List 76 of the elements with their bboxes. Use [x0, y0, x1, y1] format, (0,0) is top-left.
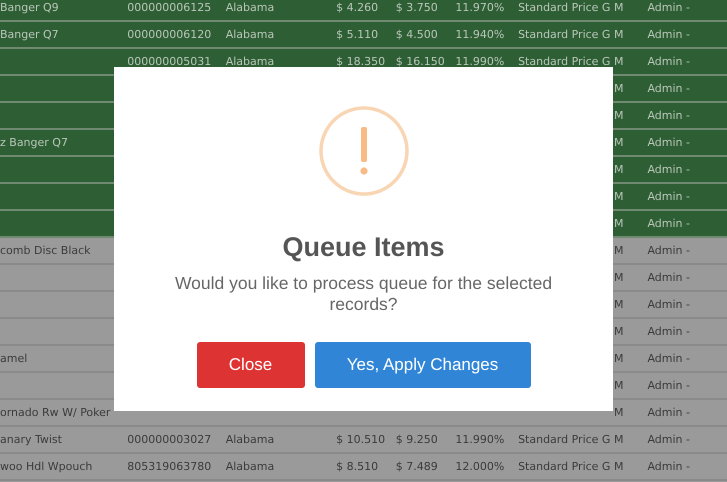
dialog-title: Queue Items: [282, 231, 445, 264]
table-cell: 000000005031: [127, 55, 212, 68]
table-cell: Admin -: [647, 298, 690, 311]
table-cell: M: [614, 406, 624, 419]
table-cell: M: [614, 298, 624, 311]
table-cell: Admin -: [647, 217, 690, 230]
table-cell: Admin -: [647, 271, 690, 284]
table-cell: Alabama: [226, 433, 274, 446]
warning-icon: [318, 105, 410, 197]
table-cell: Standard Price G M: [518, 460, 624, 473]
table-cell: Standard Price G M: [518, 55, 624, 68]
table-cell: Admin -: [647, 244, 690, 257]
dialog-message: Would you like to process queue for the selected records?: [174, 273, 554, 316]
table-cell: $ 3.750: [396, 1, 438, 14]
table-cell: Banger Q7: [0, 28, 59, 41]
table-cell: anary Twist: [0, 433, 62, 446]
table-cell: comb Disc Black: [0, 244, 91, 257]
table-cell: Admin -: [647, 325, 690, 338]
table-cell: M: [614, 325, 624, 338]
table-cell: Standard Price G M: [518, 28, 624, 41]
table-cell: 11.990%: [455, 433, 504, 446]
table-cell: M: [614, 379, 624, 392]
table-cell: M: [614, 190, 624, 203]
table-row[interactable]: Banger Q9 000000006125 Alabama $ 4.260 $ 3.750 11.970% Standard Price G M Admin -: [0, 0, 727, 22]
table-cell: $ 7.489: [396, 460, 438, 473]
table-cell: Banger Q9: [0, 1, 59, 14]
table-cell: $ 16.150: [396, 55, 445, 68]
table-cell: M: [614, 271, 624, 284]
table-cell: Admin -: [647, 136, 690, 149]
table-row[interactable]: Banger Q7 000000006120 Alabama $ 5.110 $ 4.500 11.940% Standard Price G M Admin -: [0, 22, 727, 49]
table-cell: Admin -: [647, 109, 690, 122]
table-cell: Alabama: [226, 28, 274, 41]
table-cell: Admin -: [647, 82, 690, 95]
table-cell: ornado Rw W/ Poker: [0, 406, 110, 419]
table-cell: Admin -: [647, 1, 690, 14]
table-cell: 000000003027: [127, 433, 212, 446]
table-cell: $ 4.500: [396, 28, 438, 41]
table-cell: $ 4.260: [336, 1, 378, 14]
close-button[interactable]: Close: [196, 342, 304, 388]
confirm-button[interactable]: Yes, Apply Changes: [314, 342, 530, 388]
table-cell: 12.000%: [455, 460, 504, 473]
table-cell: z Banger Q7: [0, 136, 68, 149]
table-cell: amel: [0, 352, 28, 365]
table-cell: $ 18.350: [336, 55, 386, 68]
table-cell: 000000006125: [127, 1, 212, 14]
table-cell: Alabama: [226, 1, 274, 14]
table-cell: $ 5.110: [336, 28, 378, 41]
table-cell: 805319063780: [127, 460, 212, 473]
table-cell: $ 8.510: [336, 460, 378, 473]
table-cell: M: [614, 136, 624, 149]
table-cell: Admin -: [647, 28, 690, 41]
table-cell: Admin -: [647, 406, 690, 419]
table-cell: Admin -: [647, 163, 690, 176]
table-cell: Standard Price G M: [518, 1, 624, 14]
table-cell: Admin -: [647, 379, 690, 392]
table-cell: 11.990%: [455, 55, 504, 68]
table-cell: $ 10.510: [336, 433, 386, 446]
table-cell: Admin -: [647, 55, 690, 68]
table-cell: Admin -: [647, 460, 690, 473]
table-cell: M: [614, 82, 624, 95]
table-cell: M: [614, 352, 624, 365]
table-cell: 11.970%: [455, 1, 504, 14]
table-cell: Standard Price G M: [518, 433, 624, 446]
table-cell: Admin -: [647, 433, 690, 446]
table-cell: woo Hdl Wpouch: [0, 460, 92, 473]
table-cell: Admin -: [647, 190, 690, 203]
table-cell: $ 9.250: [396, 433, 438, 446]
table-cell: 11.940%: [455, 28, 504, 41]
table-cell: M: [614, 163, 624, 176]
table-cell: Admin -: [647, 352, 690, 365]
table-cell: M: [614, 217, 624, 230]
table-cell: Alabama: [226, 55, 274, 68]
table-cell: M: [614, 109, 624, 122]
table-cell: Alabama: [226, 460, 274, 473]
table-cell: 000000006120: [127, 28, 212, 41]
table-cell: M: [614, 244, 624, 257]
